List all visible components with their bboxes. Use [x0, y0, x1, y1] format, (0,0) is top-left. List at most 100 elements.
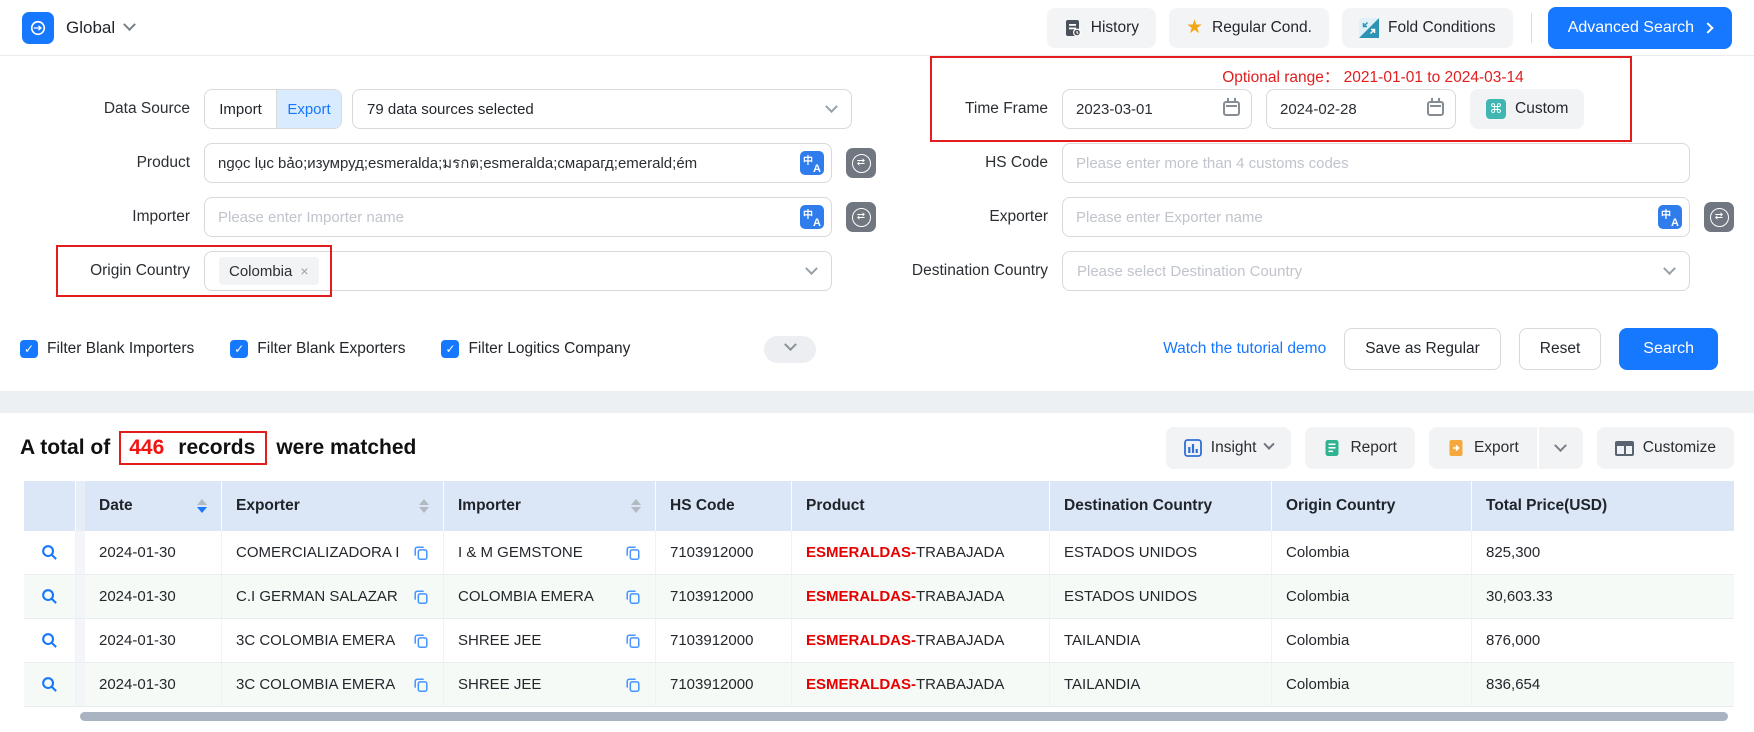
command-icon: ⌘	[1486, 99, 1506, 119]
product-input-wrap: 中 A	[204, 143, 832, 183]
custom-range-button[interactable]: ⌘ Custom	[1470, 89, 1584, 129]
header-exporter[interactable]: Exporter	[222, 481, 444, 531]
origin-country-tag-label: Colombia	[229, 263, 292, 280]
translate-icon[interactable]: 中 A	[800, 151, 824, 175]
results-total-text: A total of 446 records were matched	[20, 431, 416, 465]
cell-total-price: 30,603.33	[1472, 575, 1734, 618]
cell-origin: Colombia	[1272, 575, 1472, 618]
collapse-conditions-button[interactable]	[764, 336, 816, 363]
copy-icon[interactable]	[413, 545, 429, 561]
origin-country-label: Origin Country	[20, 262, 190, 280]
copy-icon[interactable]	[625, 677, 641, 693]
fold-icon	[1359, 18, 1379, 38]
cell-product: ESMERALDAS- TRABAJADA	[792, 575, 1050, 618]
exact-match-toggle-icon[interactable]: ⇄	[1704, 202, 1734, 232]
row-search-icon[interactable]	[41, 632, 58, 649]
copy-icon[interactable]	[413, 633, 429, 649]
cell-destination: ESTADOS UNIDOS	[1050, 575, 1272, 618]
filter-logistics-company: ✓ Filter Logitics Company	[441, 340, 630, 358]
custom-label: Custom	[1515, 100, 1568, 118]
history-button[interactable]: History	[1047, 8, 1156, 48]
save-as-regular-button[interactable]: Save as Regular	[1344, 328, 1501, 370]
import-tab[interactable]: Import	[205, 90, 277, 128]
start-date-wrap	[1062, 89, 1252, 129]
form-actions-row: Watch the tutorial demo Save as Regular …	[852, 331, 1734, 367]
copy-icon[interactable]	[413, 677, 429, 693]
cell-date: 2024-01-30	[85, 575, 222, 618]
exporter-sorter[interactable]	[409, 499, 429, 513]
row-search-icon[interactable]	[41, 676, 58, 693]
importer-sorter[interactable]	[621, 499, 641, 513]
origin-country-tag: Colombia ×	[219, 257, 319, 285]
cell-exporter: C.I GERMAN SALAZAR	[222, 575, 444, 618]
star-icon: ★	[1186, 18, 1203, 37]
date-sorter[interactable]	[187, 499, 207, 513]
product-input[interactable]	[204, 143, 832, 183]
total-suffix: were matched	[276, 436, 416, 460]
header-date[interactable]: Date	[85, 481, 222, 531]
advanced-search-button[interactable]: Advanced Search	[1548, 7, 1732, 49]
importer-input-wrap: 中 A	[204, 197, 832, 237]
export-options-caret[interactable]	[1539, 427, 1583, 469]
calendar-icon[interactable]	[1223, 101, 1240, 116]
translate-icon[interactable]: 中 A	[1658, 205, 1682, 229]
export-label: Export	[1474, 439, 1519, 457]
table-scroll-zone	[24, 707, 1734, 727]
exporter-row: Exporter 中 A ⇄	[852, 197, 1734, 237]
fold-conditions-button[interactable]: Fold Conditions	[1342, 8, 1513, 48]
chevron-down-icon	[1264, 439, 1275, 450]
customize-button[interactable]: Customize	[1597, 427, 1734, 469]
tutorial-demo-link[interactable]: Watch the tutorial demo	[1163, 340, 1326, 358]
data-source-label: Data Source	[20, 100, 190, 118]
checkbox-checked-icon[interactable]: ✓	[20, 340, 38, 358]
hs-code-input[interactable]	[1062, 143, 1690, 183]
cell-hs-code: 7103912000	[656, 619, 792, 662]
export-button[interactable]: Export	[1429, 427, 1537, 469]
checkbox-checked-icon[interactable]: ✓	[230, 340, 248, 358]
header-importer[interactable]: Importer	[444, 481, 656, 531]
cell-total-price: 825,300	[1472, 531, 1734, 574]
horizontal-scrollbar[interactable]	[80, 712, 1728, 721]
row-detail-cell	[24, 663, 76, 706]
origin-country-select[interactable]: Colombia ×	[204, 251, 832, 291]
search-button[interactable]: Search	[1619, 328, 1718, 370]
checkbox-checked-icon[interactable]: ✓	[441, 340, 459, 358]
chevron-right-icon	[1702, 22, 1713, 33]
destination-country-select[interactable]: Please select Destination Country	[1062, 251, 1690, 291]
regular-conditions-button[interactable]: ★ Regular Cond.	[1169, 8, 1329, 48]
end-date-wrap	[1266, 89, 1456, 129]
chevron-down-icon	[784, 338, 797, 351]
cell-exporter: 3C COLOMBIA EMERA	[222, 663, 444, 706]
cell-importer: SHREE JEE	[444, 663, 656, 706]
copy-icon[interactable]	[625, 589, 641, 605]
export-tab[interactable]: Export	[277, 90, 341, 128]
region-chevron-down-icon[interactable]	[123, 18, 136, 31]
report-button[interactable]: Report	[1305, 427, 1415, 469]
copy-icon[interactable]	[625, 545, 641, 561]
exporter-input[interactable]	[1062, 197, 1690, 237]
importer-label: Importer	[20, 208, 190, 226]
data-sources-select[interactable]: 79 data sources selected	[352, 89, 852, 129]
origin-country-row: Origin Country Colombia ×	[20, 251, 852, 291]
row-search-icon[interactable]	[41, 588, 58, 605]
product-keyword-highlight: ESMERALDAS-	[806, 588, 916, 605]
tag-close-icon[interactable]: ×	[300, 263, 308, 279]
cell-date: 2024-01-30	[85, 663, 222, 706]
insight-button[interactable]: Insight	[1166, 427, 1292, 469]
hs-code-row: HS Code	[852, 143, 1734, 183]
total-count: 446	[129, 436, 164, 460]
reset-button[interactable]: Reset	[1519, 328, 1602, 370]
calendar-icon[interactable]	[1427, 101, 1444, 116]
copy-icon[interactable]	[625, 633, 641, 649]
translate-icon[interactable]: 中 A	[800, 205, 824, 229]
row-search-icon[interactable]	[41, 544, 58, 561]
filter-blank-importers: ✓ Filter Blank Importers	[20, 340, 194, 358]
importer-input[interactable]	[204, 197, 832, 237]
row-detail-cell	[24, 575, 76, 618]
cell-date: 2024-01-30	[85, 531, 222, 574]
region-selector-label: Global	[66, 18, 115, 38]
chevron-down-icon	[825, 100, 838, 113]
table-row: 2024-01-30 3C COLOMBIA EMERA SHREE JEE 7…	[24, 663, 1734, 707]
copy-icon[interactable]	[413, 589, 429, 605]
table-row: 2024-01-30 C.I GERMAN SALAZAR COLOMBIA E…	[24, 575, 1734, 619]
